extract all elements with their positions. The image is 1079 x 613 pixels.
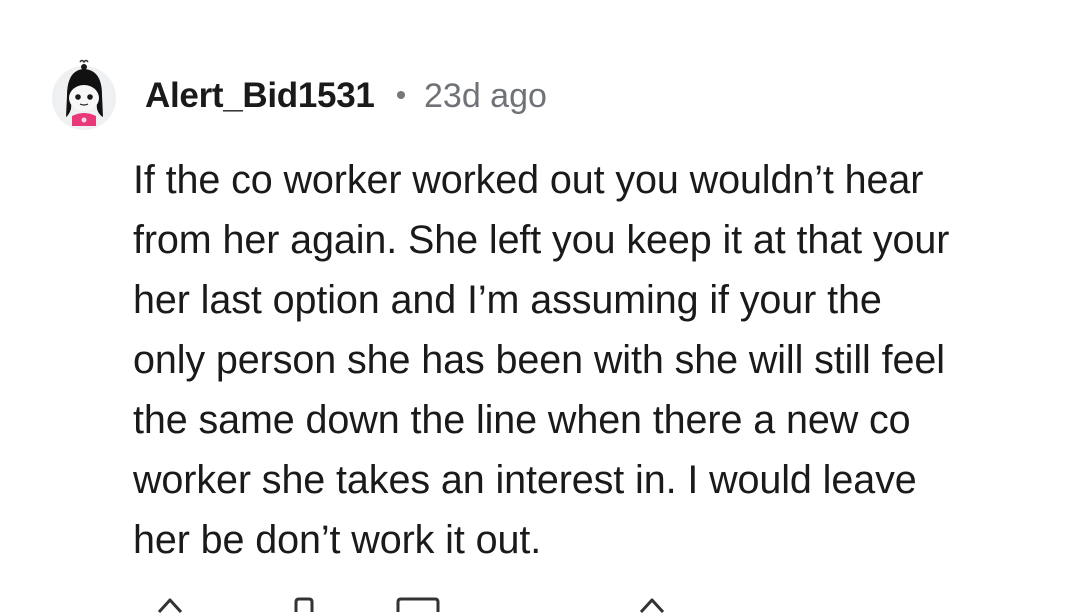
- comment-body: If the co worker worked out you wouldn’t…: [133, 150, 1033, 570]
- comment-line: from her again. She left you keep it at …: [133, 218, 950, 262]
- comment-card: Alert_Bid1531 23d ago If the co worker w…: [0, 0, 1079, 613]
- comment-line: the same down the line when there a new …: [133, 398, 911, 442]
- comment-line: worker she takes an interest in. I would…: [133, 458, 917, 502]
- comment-line: her last option and I’m assuming if your…: [133, 278, 882, 322]
- meta-separator-dot: [397, 91, 405, 99]
- user-avatar-icon[interactable]: [50, 58, 118, 130]
- award-icon[interactable]: [291, 596, 317, 613]
- upvote-icon[interactable]: [155, 596, 185, 613]
- comment-timestamp: 23d ago: [424, 77, 547, 115]
- comment-line: her be don’t work it out.: [133, 518, 542, 562]
- comment-action-bar: [133, 596, 833, 613]
- comment-line: only person she has been with she will s…: [133, 338, 945, 382]
- comment-line: If the co worker worked out you wouldn’t…: [133, 158, 924, 202]
- downvote-icon[interactable]: [637, 596, 667, 613]
- reply-icon[interactable]: [395, 596, 441, 613]
- comment-author[interactable]: Alert_Bid1531: [145, 76, 375, 116]
